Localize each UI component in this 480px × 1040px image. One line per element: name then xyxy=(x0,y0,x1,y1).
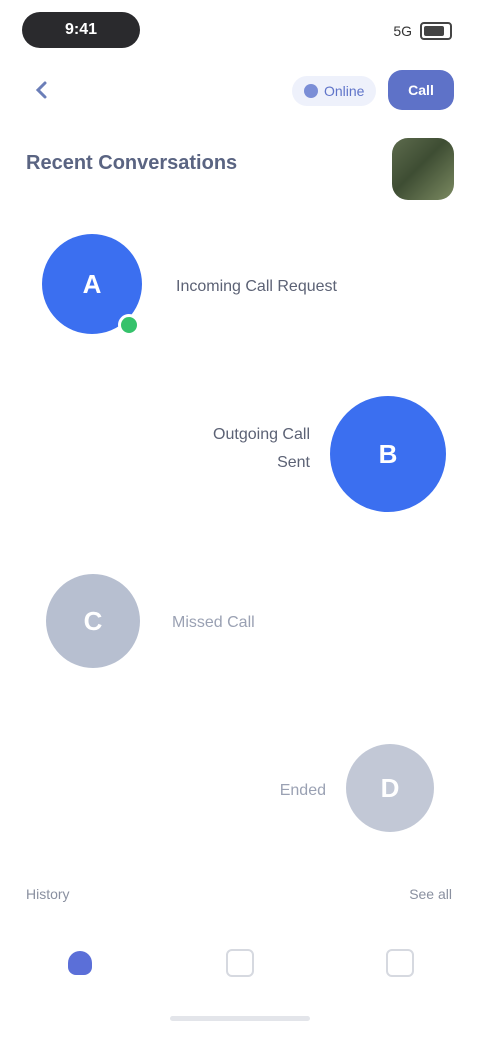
call-label: Outgoing Call xyxy=(213,426,310,443)
home-indicator[interactable] xyxy=(170,1016,310,1021)
header: Recent Conversations xyxy=(0,128,480,208)
status-dot-icon xyxy=(304,84,318,98)
call-sublabel: Sent xyxy=(277,454,310,471)
online-indicator-icon xyxy=(118,314,140,336)
page-title: Recent Conversations xyxy=(26,152,238,174)
status-bar: 9:41 5G xyxy=(0,0,480,60)
call-item-1[interactable]: A Incoming Call Request xyxy=(0,210,480,360)
profile-photo[interactable] xyxy=(392,138,454,200)
call-label: Missed Call xyxy=(172,614,255,631)
avatar: B xyxy=(330,396,446,512)
top-bar: Online Call xyxy=(0,60,480,120)
call-item-2[interactable]: Outgoing Call Sent B xyxy=(0,380,480,530)
status-time: 9:41 xyxy=(22,12,140,48)
bottom-nav xyxy=(0,928,480,998)
nav-item-profile[interactable] xyxy=(360,933,440,993)
avatar-initial: B xyxy=(378,438,398,469)
avatar-initial: D xyxy=(380,772,400,803)
history-label: History xyxy=(26,886,70,902)
avatar: C xyxy=(46,574,140,668)
battery-icon xyxy=(420,22,452,40)
user-icon xyxy=(386,949,414,977)
avatar-initial: C xyxy=(83,605,103,636)
home-icon xyxy=(68,951,92,975)
online-status-chip[interactable]: Online xyxy=(292,76,377,106)
call-item-3[interactable]: C Missed Call xyxy=(0,550,480,700)
signal-label: 5G xyxy=(393,23,412,39)
status-indicators: 5G xyxy=(393,20,452,42)
avatar-initial: A xyxy=(82,268,102,299)
see-all-link[interactable]: See all xyxy=(380,886,452,902)
call-label: Incoming Call Request xyxy=(176,278,337,295)
online-status-label: Online xyxy=(324,83,365,99)
nav-item-calls[interactable] xyxy=(200,933,280,993)
avatar: D xyxy=(346,744,434,832)
phone-icon xyxy=(226,949,254,977)
call-label: Ended xyxy=(279,782,326,799)
call-button[interactable]: Call xyxy=(388,70,454,110)
nav-item-home[interactable] xyxy=(40,933,120,993)
call-item-4[interactable]: Ended D xyxy=(0,716,480,866)
back-icon[interactable] xyxy=(26,74,58,106)
